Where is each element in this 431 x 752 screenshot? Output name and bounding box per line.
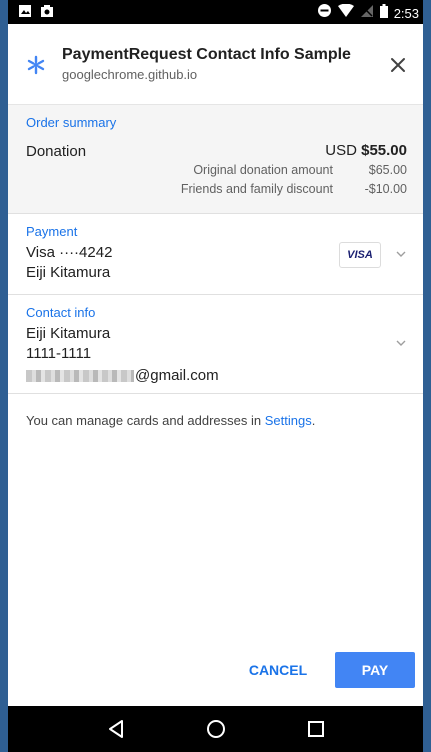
- order-summary-section: Order summary Donation USD $55.00 Origin…: [8, 105, 423, 214]
- cardholder-name: Eiji Kitamura: [26, 264, 111, 281]
- status-bar: 2:53: [8, 0, 423, 24]
- settings-link[interactable]: Settings: [265, 413, 312, 428]
- line-item-label: Friends and family discount: [180, 182, 333, 196]
- page-title: PaymentRequest Contact Info Sample: [62, 46, 351, 63]
- manage-text-suffix: .: [311, 413, 316, 428]
- order-summary-label: Order summary: [26, 115, 117, 130]
- home-icon[interactable]: [204, 717, 228, 741]
- manage-text-prefix: You can manage cards and addresses in: [26, 413, 265, 428]
- navigation-bar: [8, 706, 423, 752]
- photo-notification-icon: [40, 4, 54, 23]
- payment-sheet: 2:53 PaymentRequest Contact Info Sample …: [8, 0, 423, 752]
- do-not-disturb-icon: [317, 3, 332, 23]
- status-time: 2:53: [393, 5, 419, 21]
- battery-icon: [379, 3, 388, 23]
- line-item-label: Original donation amount: [193, 163, 333, 177]
- payment-label: Payment: [26, 224, 78, 239]
- manage-settings-text: You can manage cards and addresses in Se…: [26, 413, 315, 428]
- redacted-email-user: [26, 369, 134, 382]
- contact-email: @gmail.com: [26, 367, 219, 384]
- no-signal-icon: [360, 4, 374, 23]
- order-total: USD $55.00: [325, 142, 407, 159]
- pay-button[interactable]: PAY: [335, 652, 415, 688]
- contact-email-domain: @gmail.com: [135, 367, 219, 384]
- line-item-amount: $65.00: [368, 163, 407, 177]
- contact-info-label: Contact info: [26, 305, 96, 320]
- cancel-button[interactable]: CANCEL: [236, 652, 320, 688]
- site-logo-icon: [25, 54, 47, 76]
- recents-icon[interactable]: [304, 717, 328, 741]
- line-item-amount: -$10.00: [364, 182, 407, 196]
- contact-phone: 1111-1111: [26, 345, 92, 362]
- total-amount: $55.00: [361, 142, 407, 159]
- contact-name: Eiji Kitamura: [26, 325, 111, 342]
- card-number: Visa ····4242: [26, 244, 113, 261]
- image-icon: [18, 4, 32, 23]
- wifi-icon: [337, 3, 354, 23]
- payment-sheet-header: PaymentRequest Contact Info Sample googl…: [8, 24, 423, 105]
- chevron-down-icon[interactable]: [393, 335, 409, 351]
- order-item-label: Donation: [26, 143, 87, 160]
- close-icon[interactable]: [387, 54, 409, 76]
- visa-card-icon: VISA: [339, 242, 381, 268]
- back-icon[interactable]: [104, 717, 128, 741]
- chevron-down-icon[interactable]: [393, 246, 409, 262]
- site-origin: googlechrome.github.io: [62, 67, 198, 82]
- payment-method-section[interactable]: Payment Visa ····4242 Eiji Kitamura VISA: [8, 214, 423, 295]
- contact-info-section[interactable]: Contact info Eiji Kitamura 1111-1111 @gm…: [8, 295, 423, 394]
- total-currency: USD: [325, 142, 357, 159]
